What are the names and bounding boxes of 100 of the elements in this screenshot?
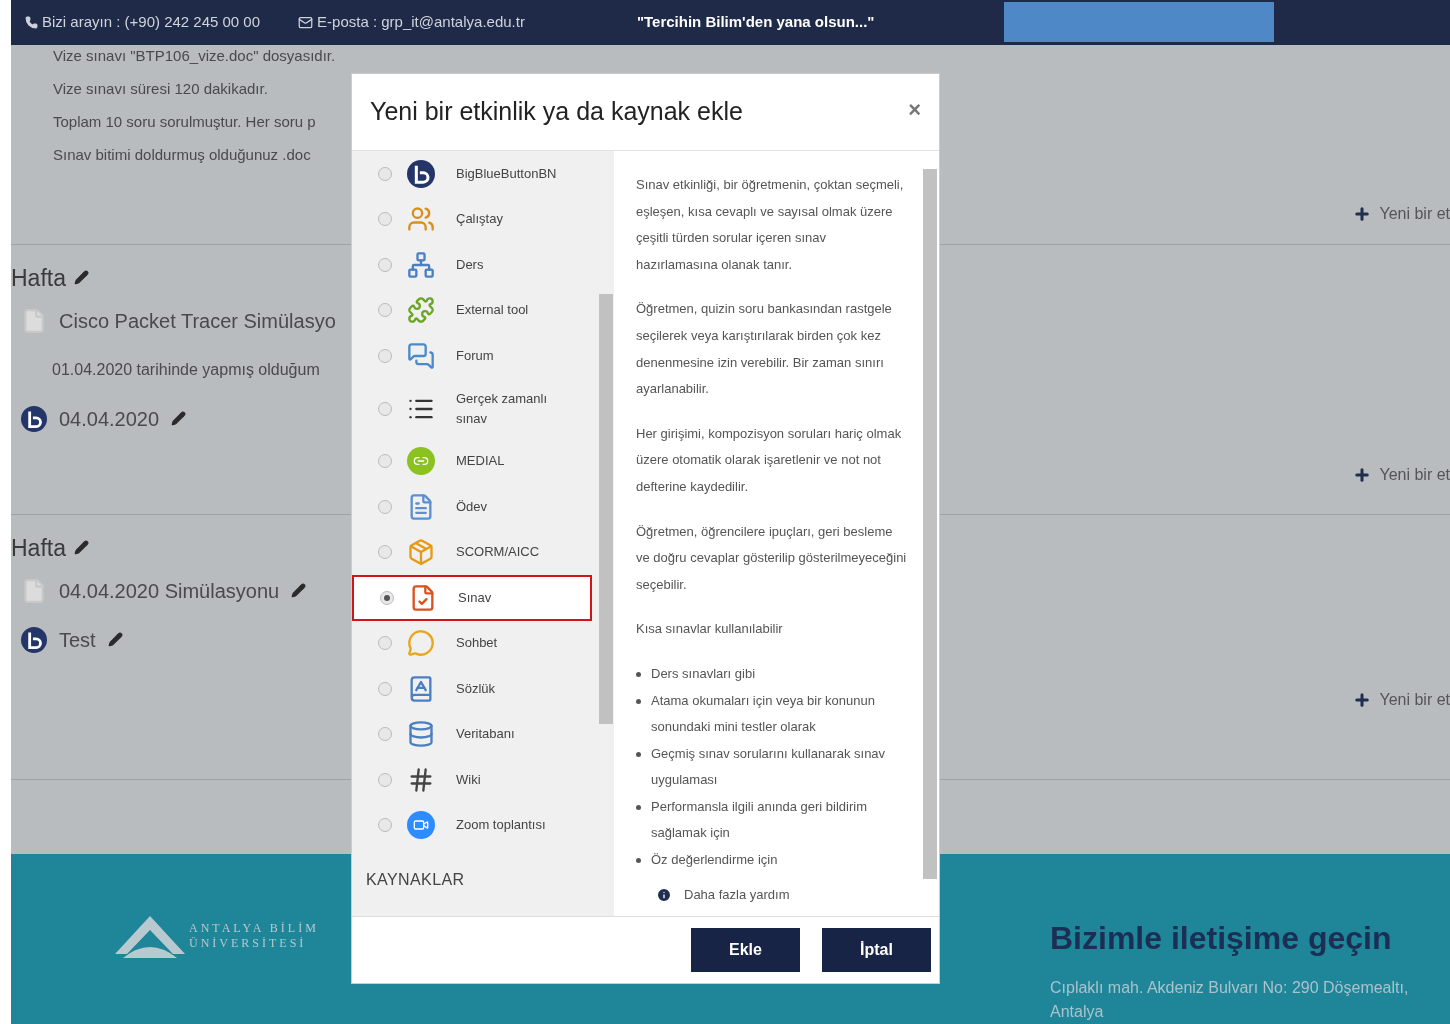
bullet-icon (636, 858, 641, 864)
radio-button[interactable] (378, 681, 392, 696)
intro-text: Toplam 10 soru sorulmuştur. Her soru p (53, 111, 316, 131)
puzzle-icon (407, 296, 435, 325)
radio-button[interactable] (378, 636, 392, 651)
contact-heading: Bizimle iletişime geçin (1050, 919, 1393, 958)
radio-button[interactable] (380, 590, 394, 605)
activity-option[interactable]: Sohbet (352, 620, 592, 666)
option-label[interactable]: Sohbet (456, 633, 498, 654)
activity-link[interactable]: 04.04.2020 Simülasyonu (59, 575, 280, 606)
activity-option[interactable]: External tool (352, 287, 592, 333)
activity-option[interactable]: MEDIAL (352, 438, 592, 484)
option-label[interactable]: BigBlueButtonBN (456, 163, 557, 184)
radio-button[interactable] (378, 727, 392, 742)
activity-option[interactable]: BigBlueButtonBN (352, 151, 592, 197)
intro-text: Vize sınavı süresi 120 dakikadır. (53, 78, 268, 98)
activity-option[interactable]: Çalıştay (352, 196, 592, 242)
option-label[interactable]: Çalıştay (456, 209, 503, 230)
search-field[interactable] (1003, 2, 1274, 43)
radio-button[interactable] (378, 212, 392, 227)
activity-option[interactable]: Zoom toplantısı (352, 802, 592, 848)
radio-button[interactable] (378, 545, 392, 560)
activity-option[interactable]: Ödev (352, 484, 592, 530)
description-paragraph: Öğretmen, quizin soru bankasından rastgele seçilerek veya karıştırılarak birden çok kez denenmesine izin verebilir. Bir zaman sınırı ayarlanabilir. (636, 300, 893, 399)
pencil-icon[interactable] (74, 540, 89, 556)
activity-link[interactable]: Cisco Packet Tracer Simülasyo (59, 305, 336, 336)
option-label[interactable]: MEDIAL (456, 451, 505, 472)
modal-title: Yeni bir etkinlik ya da kaynak ekle (370, 96, 743, 128)
radio-button[interactable] (378, 166, 392, 181)
scrollbar[interactable] (923, 169, 937, 879)
address-text: Cıplaklı mah. Akdeniz Bulvarı No: 290 Döşemealtı, Antalya (1050, 978, 1410, 1022)
plus-icon[interactable] (1353, 465, 1372, 484)
resources-heading: KAYNAKLAR (366, 870, 466, 890)
info-icon (656, 886, 672, 903)
description-paragraph: Sınav etkinliği, bir öğretmenin, çoktan seçmeli, eşleşen, kısa cevaplı ve sayısal olmak üzere çeşitli türden sorular içeren sınav hazırlamasına olanak tanır. (636, 176, 905, 274)
pencil-icon[interactable] (74, 270, 89, 286)
intro-text: Sınav bitimi doldurmuş olduğunuz .doc (53, 144, 311, 164)
option-label[interactable]: SCORM/AICC (456, 542, 540, 563)
b-logo-icon (407, 159, 435, 188)
option-label[interactable]: External tool (456, 300, 529, 321)
bullet-icon (636, 804, 641, 810)
file-icon (21, 577, 47, 604)
slogan-text: "Tercihin Bilim'den yana olsun..." (636, 12, 876, 33)
description-text: 01.04.2020 tarihinde yapmış olduğum (52, 359, 320, 380)
radio-button[interactable] (378, 454, 392, 469)
option-label[interactable]: Wiki (456, 769, 481, 790)
file-icon (21, 307, 47, 334)
option-label[interactable]: Sınav (458, 587, 492, 608)
database-icon (407, 720, 435, 749)
option-label[interactable]: Veritabanı (456, 724, 515, 745)
plus-icon[interactable] (1353, 204, 1372, 223)
activity-link[interactable]: 04.04.2020 (59, 403, 160, 434)
radio-button[interactable] (378, 303, 392, 318)
description-paragraph: Her girişimi, kompozisyon soruları hariç olmak üzere otomatik olarak işaretlenir ve not not defterine kaydedilir. (636, 424, 903, 496)
activity-option[interactable]: Ders (352, 242, 592, 288)
pencil-icon[interactable] (291, 583, 307, 599)
bullet-text: Öz değerlendirme için (651, 851, 778, 870)
radio-button[interactable] (378, 499, 392, 514)
radio-button[interactable] (378, 818, 392, 833)
intro-text: Vize sınavı "BTP106_vize.doc" dosyasıdır. (53, 45, 336, 65)
help-link[interactable]: Daha fazla yardım (684, 881, 790, 909)
activity-option[interactable]: Sınav (352, 575, 592, 621)
section-title: Hafta (11, 533, 66, 563)
pencil-icon[interactable] (107, 632, 123, 648)
add-activity-link[interactable]: Yeni bir et (1379, 687, 1450, 712)
activity-option[interactable]: Gerçek zamanlı sınav (352, 378, 592, 439)
section-title: Hafta (11, 263, 66, 293)
activity-link[interactable]: Test (59, 624, 96, 655)
activity-option[interactable]: Wiki (352, 757, 592, 803)
add-activity-link[interactable]: Yeni bir et (1379, 201, 1450, 226)
radio-button[interactable] (378, 257, 392, 272)
option-label[interactable]: Sözlük (456, 678, 496, 699)
activity-option[interactable]: Sözlük (352, 666, 592, 712)
option-label[interactable]: Forum (456, 345, 494, 366)
bullet-text: Geçmiş sınav sorularını kullanarak sınav uygulaması (651, 744, 887, 790)
close-button[interactable]: × (908, 92, 921, 126)
activity-option[interactable]: Forum (352, 333, 592, 379)
video-camera-icon (407, 811, 435, 840)
option-label[interactable]: Zoom toplantısı (456, 815, 546, 836)
logo-subtext: ÜNİVERSİTESİ (189, 936, 308, 951)
option-label[interactable]: Ders (456, 254, 484, 275)
b-logo-icon (21, 626, 47, 653)
bullet-icon (636, 751, 641, 757)
radio-button[interactable] (378, 401, 392, 416)
plus-icon[interactable] (1353, 690, 1372, 709)
activity-option[interactable]: SCORM/AICC (352, 529, 592, 575)
box-icon (407, 538, 435, 567)
description-paragraph: Öğretmen, öğrencilere ipuçları, geri besleme ve doğru cevaplar gösterilip gösterilmeyeceğini seçebilir. (636, 522, 908, 594)
scrollbar[interactable] (599, 294, 613, 724)
add-button[interactable]: Ekle (691, 928, 800, 972)
add-activity-link[interactable]: Yeni bir et (1379, 462, 1450, 487)
radio-button[interactable] (378, 772, 392, 787)
option-label[interactable]: Ödev (456, 496, 488, 517)
option-label[interactable]: Gerçek zamanlı sınav (456, 388, 566, 429)
activity-option[interactable]: Veritabanı (352, 711, 592, 757)
email-text: E-posta : grp_it@antalya.edu.tr (317, 12, 525, 33)
pencil-icon[interactable] (171, 411, 187, 427)
radio-button[interactable] (378, 348, 392, 363)
description-paragraph: Kısa sınavlar kullanılabilir (636, 620, 784, 639)
cancel-button[interactable]: İptal (822, 928, 931, 972)
